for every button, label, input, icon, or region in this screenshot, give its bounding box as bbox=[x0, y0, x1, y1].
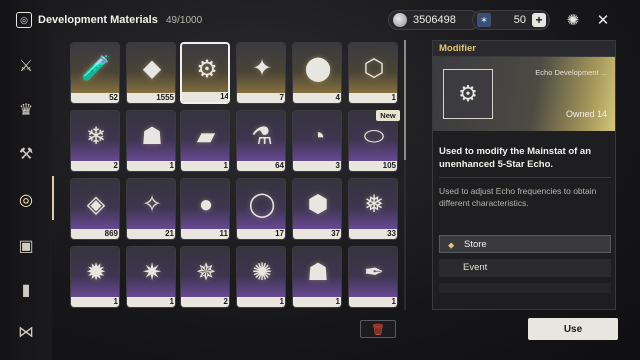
grid-item[interactable]: ☗ 1 bbox=[126, 110, 176, 172]
fire-burst-icon: ✺ bbox=[251, 259, 273, 286]
grid-item[interactable]: ● 11 bbox=[180, 178, 230, 240]
item-effect-text: Used to modify the Mainstat of an unenha… bbox=[439, 146, 592, 170]
star-shard-icon: ✦ bbox=[251, 55, 273, 82]
mask-icon: ☗ bbox=[141, 123, 163, 150]
ice-crystal-icon: ❅ bbox=[363, 191, 385, 218]
new-badge: New bbox=[376, 110, 400, 121]
item-grid: 🧪 52 ◆ 1555 ⚙ 14 ✦ 7 ⬤ 4 ⬡ 1 ❄ 2 ☗ 1 ▰ 1 ⚗ 64 ◔ 3 ⬭… bbox=[64, 36, 408, 310]
sidebar: ⚔ ♛ ⚒ ◎ ▣ ▮ ⋈ bbox=[0, 0, 52, 360]
ring-icon: ◯ bbox=[248, 191, 276, 218]
grid-item[interactable]: ✦ 7 bbox=[236, 42, 286, 104]
gold-star-icon: ✧ bbox=[141, 191, 163, 218]
modifier-icon: ⚙ bbox=[196, 56, 218, 83]
grid-item[interactable]: ⬡ 1 bbox=[348, 42, 398, 104]
item-subtitle: Echo Development ... bbox=[535, 68, 607, 77]
trash-icon: 🗑 bbox=[371, 323, 385, 336]
sidebar-weapons-icon[interactable]: ⚔ bbox=[12, 52, 40, 80]
spark-star-icon: ✹ bbox=[85, 259, 107, 286]
grid-item[interactable]: ✷ 1 bbox=[126, 246, 176, 308]
dark-orb-icon: ● bbox=[198, 191, 214, 218]
waveplate-counter: ✶ 50 + bbox=[472, 10, 550, 30]
feather-icon: ✒ bbox=[363, 259, 385, 286]
grid-item[interactable]: ❄ 2 bbox=[70, 110, 120, 172]
shell-credit-value: 3506498 bbox=[413, 14, 456, 26]
close-icon[interactable]: ✕ bbox=[594, 11, 612, 29]
grid-item[interactable]: ◈ 869 bbox=[70, 178, 120, 240]
hexagon-cage-icon: ⬡ bbox=[363, 55, 385, 82]
page-title: Development Materials bbox=[38, 14, 158, 26]
discard-button[interactable]: 🗑 bbox=[360, 320, 396, 338]
waveplate-value: 50 bbox=[513, 14, 526, 26]
grid-item[interactable]: ▰ 1 bbox=[180, 110, 230, 172]
vial-icon: ⚗ bbox=[251, 123, 273, 150]
settings-icon[interactable]: ✺ bbox=[564, 11, 582, 29]
item-thumbnail: ⚙ bbox=[443, 69, 493, 119]
gold-hexagon-icon: ⬢ bbox=[307, 191, 329, 218]
waveplate-icon: ✶ bbox=[477, 13, 491, 27]
grid-scrollbar-thumb[interactable] bbox=[404, 40, 406, 160]
grid-item[interactable]: ✺ 1 bbox=[236, 246, 286, 308]
grid-item[interactable]: ◔ 3 bbox=[292, 110, 342, 172]
grid-item[interactable]: ⚗ 64 bbox=[236, 110, 286, 172]
item-detail-panel: Modifier ⚙ Echo Development ... Owned 14… bbox=[432, 40, 616, 310]
violet-star-icon: ✷ bbox=[141, 259, 163, 286]
orb-icon: ⬤ bbox=[304, 55, 332, 82]
tuner-icon: ◆ bbox=[142, 55, 162, 82]
grid-item-selected[interactable]: ⚙ 14 bbox=[180, 42, 230, 104]
item-category: Modifier bbox=[433, 41, 615, 57]
inventory-capacity: 49/1000 bbox=[166, 15, 203, 26]
modifier-icon: ⚙ bbox=[458, 81, 478, 106]
crystal-solvent-icon: 🧪 bbox=[81, 55, 111, 82]
item-description: Used to adjust Echo frequencies to obtai… bbox=[439, 186, 597, 208]
location-pin-icon: ⬥ bbox=[448, 240, 455, 250]
owned-count: Owned 14 bbox=[565, 109, 607, 119]
grid-item[interactable]: ✒ 1 bbox=[348, 246, 398, 308]
sidebar-development-materials-icon[interactable]: ◎ bbox=[12, 186, 40, 214]
development-materials-icon: ◎ bbox=[16, 12, 32, 28]
sidebar-special-items-icon[interactable]: ⋈ bbox=[12, 318, 40, 346]
source-store[interactable]: ⬥ Store bbox=[439, 235, 611, 253]
grid-item[interactable]: ⬢ 37 bbox=[292, 178, 342, 240]
shell-credit-counter: 3506498 bbox=[388, 10, 480, 30]
sidebar-resources-icon[interactable]: ⚒ bbox=[12, 140, 40, 168]
sidebar-quest-items-icon[interactable]: ▮ bbox=[12, 276, 40, 304]
sidebar-active-indicator bbox=[52, 176, 54, 220]
sidebar-consumables-icon[interactable]: ▣ bbox=[12, 232, 40, 260]
source-event[interactable]: Event bbox=[439, 259, 611, 277]
cylinder-icon: ▰ bbox=[196, 123, 216, 150]
sidebar-echoes-icon[interactable]: ♛ bbox=[12, 96, 40, 124]
add-waveplate-button[interactable]: + bbox=[532, 13, 546, 27]
grid-item[interactable]: ◆ 1555 bbox=[126, 42, 176, 104]
grid-item[interactable]: ✵ 2 bbox=[180, 246, 230, 308]
grid-item[interactable]: 🧪 52 bbox=[70, 42, 120, 104]
swirl-orb-icon: ◔ bbox=[310, 123, 326, 150]
grid-item[interactable]: ⬤ 4 bbox=[292, 42, 342, 104]
purple-tuner-icon: ◈ bbox=[86, 191, 106, 218]
crystal-shell-icon: ❄ bbox=[85, 123, 107, 150]
grid-item[interactable]: ✹ 1 bbox=[70, 246, 120, 308]
stone-icon: ☗ bbox=[307, 259, 329, 286]
grid-item[interactable]: ✧ 21 bbox=[126, 178, 176, 240]
gold-burst-icon: ✵ bbox=[195, 259, 217, 286]
shell-credit-icon bbox=[393, 13, 407, 27]
header: ◎ Development Materials 49/1000 3506498 … bbox=[0, 0, 640, 40]
source-more[interactable] bbox=[439, 283, 611, 293]
capsule-icon: ⬭ bbox=[363, 123, 385, 150]
grid-item[interactable]: ❅ 33 bbox=[348, 178, 398, 240]
grid-item[interactable]: ☗ 1 bbox=[292, 246, 342, 308]
use-button[interactable]: Use bbox=[528, 318, 618, 340]
grid-item[interactable]: ◯ 17 bbox=[236, 178, 286, 240]
divider bbox=[439, 177, 611, 178]
